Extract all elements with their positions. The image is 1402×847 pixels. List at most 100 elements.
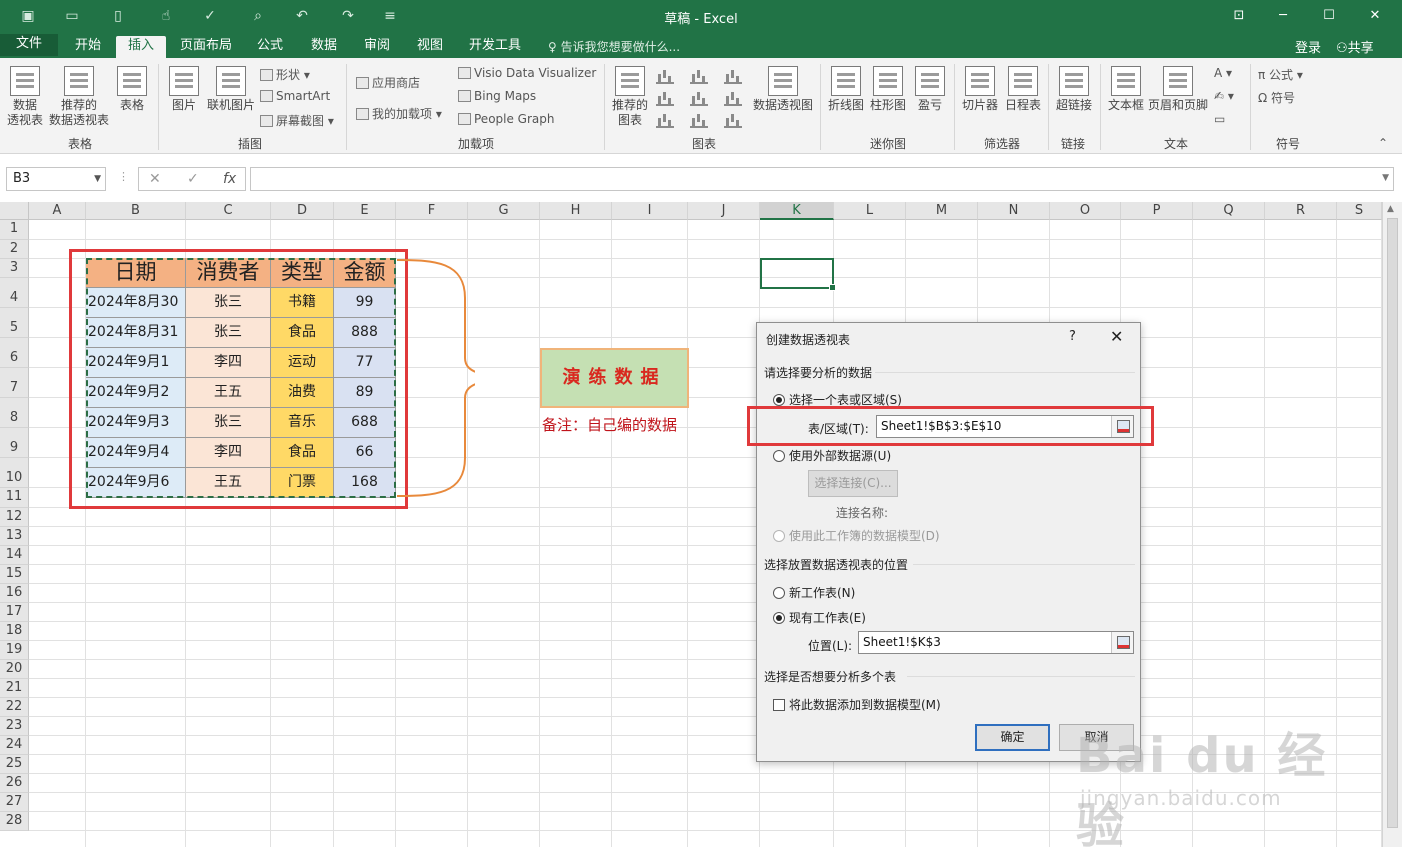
active-cell-k3[interactable] xyxy=(760,258,836,291)
radio-existing-worksheet[interactable]: 现有工作表(E) xyxy=(773,609,866,626)
textbox-button[interactable]: 文本框 xyxy=(1106,66,1146,113)
tab-page-layout[interactable]: 页面布局 xyxy=(174,36,238,58)
column-header-g[interactable]: G xyxy=(468,202,540,220)
combo-chart-icon[interactable] xyxy=(724,90,742,106)
share-button[interactable]: ⚇共享 xyxy=(1336,37,1374,56)
cancel-button[interactable]: 取消 xyxy=(1059,724,1134,751)
row-header-9[interactable]: 9 xyxy=(0,428,29,458)
radio-new-worksheet[interactable]: 新工作表(N) xyxy=(773,584,855,601)
radio-external-source[interactable]: 使用外部数据源(U) xyxy=(773,447,891,464)
online-picture-button[interactable]: 联机图片 xyxy=(204,66,258,113)
people-graph-button[interactable]: People Graph xyxy=(458,112,555,126)
column-header-r[interactable]: R xyxy=(1265,202,1337,220)
name-box[interactable]: B3 ▼ xyxy=(6,167,106,191)
insert-function-icon[interactable]: fx xyxy=(223,171,236,187)
waterfall-chart-icon[interactable] xyxy=(724,68,742,84)
pivot-table-button[interactable]: 数据 透视表 xyxy=(4,66,46,128)
column-header-o[interactable]: O xyxy=(1050,202,1121,220)
row-header-15[interactable]: 15 xyxy=(0,565,29,584)
row-header-28[interactable]: 28 xyxy=(0,812,29,831)
hyperlink-button[interactable]: 超链接 xyxy=(1054,66,1094,113)
header-footer-button[interactable]: 页眉和页脚 xyxy=(1146,66,1210,113)
pie-chart-icon[interactable] xyxy=(656,112,674,128)
shapes-button[interactable]: 形状 ▾ xyxy=(260,66,310,83)
row-header-13[interactable]: 13 xyxy=(0,527,29,546)
row-header-17[interactable]: 17 xyxy=(0,603,29,622)
row-header-6[interactable]: 6 xyxy=(0,338,29,368)
row-header-14[interactable]: 14 xyxy=(0,546,29,565)
tell-me-box[interactable]: ♀ 告诉我您想要做什么... xyxy=(548,38,680,55)
tab-insert[interactable]: 插入 xyxy=(116,36,166,58)
line-chart-icon[interactable] xyxy=(656,90,674,106)
row-header-2[interactable]: 2 xyxy=(0,240,29,259)
column-header-k[interactable]: K xyxy=(760,202,834,220)
row-header-25[interactable]: 25 xyxy=(0,755,29,774)
ribbon-display-icon[interactable]: ⊡ xyxy=(1228,6,1250,26)
radar-chart-icon[interactable] xyxy=(724,112,742,128)
column-header-e[interactable]: E xyxy=(334,202,396,220)
recommended-charts-button[interactable]: 推荐的 图表 xyxy=(610,66,650,128)
minimize-icon[interactable]: ─ xyxy=(1272,6,1294,26)
sparkline-column-button[interactable]: 柱形图 xyxy=(868,66,908,113)
row-header-10[interactable]: 10 xyxy=(0,458,29,488)
tab-data[interactable]: 数据 xyxy=(302,36,346,58)
bing-maps-button[interactable]: Bing Maps xyxy=(458,89,536,103)
row-header-18[interactable]: 18 xyxy=(0,622,29,641)
column-header-f[interactable]: F xyxy=(396,202,468,220)
close-icon[interactable]: ✕ xyxy=(1110,327,1123,346)
wordart-icon[interactable]: A ▾ xyxy=(1214,66,1232,80)
select-all-corner[interactable] xyxy=(0,202,29,220)
add-to-data-model-checkbox[interactable]: 将此数据添加到数据模型(M) xyxy=(773,696,941,713)
column-header-n[interactable]: N xyxy=(978,202,1050,220)
ok-button[interactable]: 确定 xyxy=(975,724,1050,751)
tab-home[interactable]: 开始 xyxy=(66,36,110,58)
radio-data-model[interactable]: 使用此工作簿的数据模型(D) xyxy=(773,527,940,544)
row-header-24[interactable]: 24 xyxy=(0,736,29,755)
hierarchy-chart-icon[interactable] xyxy=(690,68,708,84)
enter-formula-icon[interactable]: ✓ xyxy=(187,171,199,187)
row-header-19[interactable]: 19 xyxy=(0,641,29,660)
location-input[interactable]: Sheet1!$K$3 xyxy=(858,631,1134,654)
row-header-22[interactable]: 22 xyxy=(0,698,29,717)
column-header-p[interactable]: P xyxy=(1121,202,1193,220)
column-header-c[interactable]: C xyxy=(186,202,271,220)
scatter-chart-icon[interactable] xyxy=(690,112,708,128)
row-header-5[interactable]: 5 xyxy=(0,308,29,338)
tab-review[interactable]: 审阅 xyxy=(356,36,398,58)
store-button[interactable]: 应用商店 xyxy=(356,74,420,91)
row-header-12[interactable]: 12 xyxy=(0,508,29,527)
my-addins-button[interactable]: 我的加载项 ▾ xyxy=(356,105,442,122)
tab-view[interactable]: 视图 xyxy=(408,36,452,58)
tab-formulas[interactable]: 公式 xyxy=(250,36,290,58)
column-header-l[interactable]: L xyxy=(834,202,906,220)
row-header-23[interactable]: 23 xyxy=(0,717,29,736)
row-header-11[interactable]: 11 xyxy=(0,488,29,508)
scroll-up-icon[interactable]: ▲ xyxy=(1387,204,1394,214)
equation-button[interactable]: π 公式 ▾ xyxy=(1258,66,1303,83)
column-header-q[interactable]: Q xyxy=(1193,202,1265,220)
scroll-thumb[interactable] xyxy=(1387,218,1398,828)
slicer-button[interactable]: 切片器 xyxy=(960,66,1000,113)
row-header-16[interactable]: 16 xyxy=(0,584,29,603)
smartart-button[interactable]: SmartArt xyxy=(260,89,330,103)
tab-developer[interactable]: 开发工具 xyxy=(462,36,528,58)
column-header-j[interactable]: J xyxy=(688,202,760,220)
pivot-chart-button[interactable]: 数据透视图 xyxy=(752,66,814,113)
expand-formula-icon[interactable]: ▼ xyxy=(1382,173,1389,183)
signature-line-icon[interactable]: ✍ ▾ xyxy=(1214,89,1234,103)
recommended-pivot-button[interactable]: 推荐的 数据透视表 xyxy=(48,66,110,128)
collapse-ribbon-icon[interactable]: ⌃ xyxy=(1378,136,1388,150)
help-icon[interactable]: ? xyxy=(1069,329,1076,344)
tab-file[interactable]: 文件 xyxy=(0,34,58,56)
symbol-button[interactable]: Ω 符号 xyxy=(1258,89,1295,106)
column-header-m[interactable]: M xyxy=(906,202,978,220)
choose-connection-button[interactable]: 选择连接(C)... xyxy=(808,470,898,497)
row-header-8[interactable]: 8 xyxy=(0,398,29,428)
row-header-20[interactable]: 20 xyxy=(0,660,29,679)
row-header-7[interactable]: 7 xyxy=(0,368,29,398)
location-picker-icon[interactable] xyxy=(1111,632,1133,653)
column-header-d[interactable]: D xyxy=(271,202,334,220)
close-window-icon[interactable]: ✕ xyxy=(1364,6,1386,26)
column-header-a[interactable]: A xyxy=(29,202,86,220)
sparkline-line-button[interactable]: 折线图 xyxy=(826,66,866,113)
